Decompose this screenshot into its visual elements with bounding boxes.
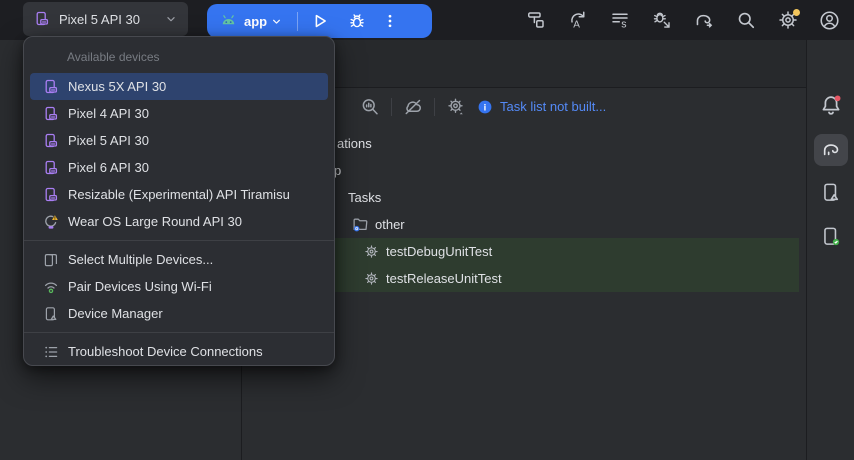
settings-update-badge [793, 8, 800, 16]
menu-item-device[interactable]: Resizable (Experimental) API Tiramisu [24, 181, 334, 208]
multiple-devices-icon [43, 252, 59, 268]
wifi-pair-icon [43, 279, 59, 295]
menu-item-device[interactable]: Nexus 5X API 30 [30, 73, 328, 100]
gradle-status: i Task list not built... [477, 99, 606, 115]
more-options-icon[interactable] [382, 13, 398, 29]
debug-icon[interactable] [348, 12, 366, 30]
run-configuration-pill: app [207, 4, 432, 38]
troubleshoot-list-icon [43, 344, 59, 360]
virtual-device-icon [43, 106, 59, 122]
menu-item-label: Nexus 5X API 30 [68, 79, 167, 94]
menu-item-label: Wear OS Large Round API 30 [68, 214, 242, 229]
menu-item-pair-devices-wifi[interactable]: Pair Devices Using Wi-Fi [24, 273, 334, 300]
menu-item-device[interactable]: Pixel 5 API 30 [24, 127, 334, 154]
virtual-device-icon [43, 133, 59, 149]
device-manager-icon [43, 306, 59, 322]
execute-task-icon[interactable] [360, 97, 380, 117]
menu-item-label: Pixel 6 API 30 [68, 160, 149, 175]
svg-text:i: i [484, 102, 487, 113]
tree-label: Tasks [348, 190, 382, 205]
menu-item-troubleshoot-connections[interactable]: Troubleshoot Device Connections [24, 338, 334, 365]
gradle-sync-icon[interactable] [693, 10, 714, 31]
task-gear-icon [364, 244, 379, 259]
svg-text:s: s [621, 19, 626, 31]
virtual-device-icon [43, 187, 59, 203]
menu-section-header: Available devices [67, 50, 160, 64]
toolbar-separator [391, 97, 392, 116]
gradle-tool-icon[interactable] [820, 139, 842, 161]
android-head-icon [220, 13, 237, 30]
svg-text:A: A [573, 20, 580, 31]
tree-label: testDebugUnitTest [386, 244, 493, 259]
right-tool-stripe [806, 40, 854, 460]
menu-item-device[interactable]: Wear OS Large Round API 30 [24, 208, 334, 235]
tree-label: testReleaseUnitTest [386, 271, 502, 286]
menu-item-select-multiple-devices[interactable]: Select Multiple Devices... [24, 246, 334, 273]
settings-icon[interactable] [777, 8, 800, 31]
attach-debugger-icon[interactable] [651, 10, 672, 31]
toolbar-right-actions: A s [525, 0, 840, 40]
chevron-down-icon [164, 12, 178, 26]
device-selector-button[interactable]: Pixel 5 API 30 [23, 2, 188, 36]
info-icon: i [477, 99, 493, 115]
menu-item-label: Device Manager [68, 306, 163, 321]
menu-separator [24, 332, 334, 333]
menu-item-label: Pair Devices Using Wi-Fi [68, 279, 212, 294]
menu-item-device-manager[interactable]: Device Manager [24, 300, 334, 327]
running-devices-tool-icon[interactable] [820, 226, 841, 247]
tree-label: p [334, 163, 342, 178]
chevron-down-icon[interactable] [270, 15, 283, 28]
run-icon[interactable] [311, 12, 329, 30]
virtual-device-icon [43, 160, 59, 176]
menu-item-label: Resizable (Experimental) API Tiramisu [68, 187, 290, 202]
apply-code-changes-icon[interactable]: s [609, 10, 630, 31]
menu-separator [24, 240, 334, 241]
tree-row-clipped[interactable]: p [334, 157, 341, 184]
menu-item-label: Select Multiple Devices... [68, 252, 214, 267]
menu-item-device[interactable]: Pixel 4 API 30 [24, 100, 334, 127]
tree-row-other-folder[interactable]: other [352, 211, 405, 238]
search-everywhere-icon[interactable] [735, 10, 756, 31]
profile-avatar-icon[interactable] [819, 10, 840, 31]
menu-item-label: Pixel 5 API 30 [68, 133, 149, 148]
tree-label: other [375, 217, 405, 232]
tree-label: ations [337, 136, 372, 151]
gradle-settings-icon[interactable] [446, 97, 466, 117]
task-gear-icon [364, 271, 379, 286]
main-toolbar: Pixel 5 API 30 app A s [0, 0, 854, 40]
gradle-status-message[interactable]: Task list not built... [500, 99, 606, 114]
toolbar-separator [434, 97, 435, 116]
device-manager-tool-icon[interactable] [820, 182, 841, 203]
wear-device-warning-icon [43, 214, 59, 230]
run-config-label[interactable]: app [244, 14, 267, 29]
android-studio-window: Pixel 5 API 30 app A s i Task list not b… [0, 0, 854, 460]
notifications-bell-icon[interactable] [819, 94, 842, 117]
virtual-device-icon [34, 11, 50, 27]
selected-device-label: Pixel 5 API 30 [59, 11, 140, 27]
menu-item-label: Troubleshoot Device Connections [68, 344, 263, 359]
build-hammer-icon[interactable] [525, 10, 546, 31]
pill-divider [297, 11, 299, 31]
menu-item-label: Pixel 4 API 30 [68, 106, 149, 121]
tree-row-clipped[interactable]: ations [337, 130, 372, 157]
folder-gear-icon [352, 216, 369, 233]
offline-mode-icon[interactable] [403, 97, 423, 117]
device-selector-popup: Available devices Nexus 5X API 30 Pixel … [23, 36, 335, 366]
tree-row-tasks[interactable]: Tasks [348, 184, 381, 211]
virtual-device-icon [43, 79, 59, 95]
apply-changes-icon[interactable]: A [567, 10, 588, 31]
menu-item-device[interactable]: Pixel 6 API 30 [24, 154, 334, 181]
